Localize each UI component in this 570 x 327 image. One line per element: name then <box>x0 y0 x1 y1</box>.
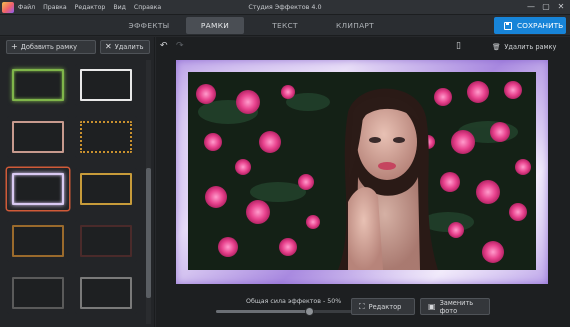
frame-thumbnails <box>5 60 143 324</box>
add-frame-button[interactable]: + Добавить рамку <box>6 40 96 54</box>
tab-effects[interactable]: ЭФФЕКТЫ <box>120 17 178 34</box>
frame-thumbnail[interactable] <box>7 168 69 210</box>
floppy-icon <box>504 21 512 30</box>
menu-bar: Файл Правка Редактор Вид Справка <box>18 0 161 15</box>
title-bar: Файл Правка Редактор Вид Справка Студия … <box>0 0 570 15</box>
frame-thumbnail[interactable] <box>7 220 69 262</box>
frame-preview <box>12 121 64 153</box>
app-logo-icon <box>2 2 14 13</box>
frame-thumbnail[interactable] <box>7 116 69 158</box>
save-button-label: СОХРАНИТЬ <box>517 21 564 30</box>
menu-item-view[interactable]: Вид <box>113 4 126 11</box>
frames-panel: + Добавить рамку ✕ Удалить <box>0 37 155 327</box>
frame-preview <box>80 277 132 309</box>
menu-item-file[interactable]: Файл <box>18 4 35 11</box>
scrollbar-thumb[interactable] <box>146 168 151 298</box>
delete-label: Удалить <box>114 43 144 51</box>
frame-preview <box>12 277 64 309</box>
frame-preview <box>12 69 64 101</box>
frame-preview <box>80 121 132 153</box>
frame-preview <box>12 225 64 257</box>
image-icon: ▣ <box>428 301 436 311</box>
frame-thumbnail[interactable] <box>75 220 137 262</box>
crop-icon: ⛶ <box>359 301 365 311</box>
editor-button-label: Редактор <box>368 302 402 311</box>
replace-photo-label: Заменить фото <box>439 298 474 315</box>
maximize-button[interactable]: ▢ <box>539 0 553 15</box>
delete-frame-button[interactable]: 🗑 Удалить рамку <box>492 43 556 51</box>
frame-thumbnail[interactable] <box>75 116 137 158</box>
photo-canvas[interactable] <box>176 60 548 284</box>
frame-preview <box>12 173 64 205</box>
close-button[interactable]: ✕ <box>554 0 568 15</box>
save-button[interactable]: СОХРАНИТЬ <box>494 17 566 34</box>
trash-icon: 🗑 <box>492 43 501 51</box>
menu-item-editor[interactable]: Редактор <box>75 4 106 11</box>
frame-thumbnail[interactable] <box>7 64 69 106</box>
frame-thumbnail[interactable] <box>75 272 137 314</box>
replace-photo-button[interactable]: ▣ Заменить фото <box>420 298 490 315</box>
editor-toolbar: ↶ ↷ ▯ 🗑 Удалить рамку <box>156 37 570 55</box>
delete-frame-label: Удалить рамку <box>504 43 557 51</box>
portrait-photo <box>188 72 536 270</box>
undo-icon[interactable]: ↶ <box>160 40 168 52</box>
tab-frames[interactable]: РАМКИ <box>186 17 244 34</box>
menu-item-help[interactable]: Справка <box>134 4 161 11</box>
minimize-button[interactable]: — <box>524 0 538 15</box>
frame-preview <box>80 225 132 257</box>
bottom-bar: Общая сила эффектов - 50% ⛶ Редактор ▣ З… <box>156 293 570 327</box>
frame-preview <box>80 173 132 205</box>
menu-item-edit[interactable]: Правка <box>43 4 67 11</box>
compare-icon[interactable]: ▯ <box>456 40 461 52</box>
delete-button[interactable]: ✕ Удалить <box>100 40 150 54</box>
main-toolbar: ЭФФЕКТЫ РАМКИ ТЕКСТ КЛИПАРТ СОХРАНИТЬ <box>0 15 570 36</box>
editor-button[interactable]: ⛶ Редактор <box>351 298 415 315</box>
plus-icon: + <box>11 42 18 51</box>
thumbnails-scrollbar[interactable] <box>146 60 151 324</box>
redo-icon[interactable]: ↷ <box>176 40 184 52</box>
close-icon: ✕ <box>105 42 112 51</box>
frame-thumbnail[interactable] <box>75 64 137 106</box>
frame-thumbnail[interactable] <box>7 272 69 314</box>
tab-text[interactable]: ТЕКСТ <box>256 17 314 34</box>
slider-fill <box>216 310 309 313</box>
tab-clipart[interactable]: КЛИПАРТ <box>324 17 386 34</box>
frame-thumbnail[interactable] <box>75 168 137 210</box>
editor-area: ↶ ↷ ▯ 🗑 Удалить рамку Общая сила эффекто… <box>156 37 570 327</box>
frame-preview <box>80 69 132 101</box>
add-frame-label: Добавить рамку <box>20 43 78 51</box>
effects-strength-label: Общая сила эффектов - 50% <box>246 298 342 305</box>
slider-knob[interactable] <box>304 307 314 316</box>
portrait-photo-art <box>188 72 536 270</box>
